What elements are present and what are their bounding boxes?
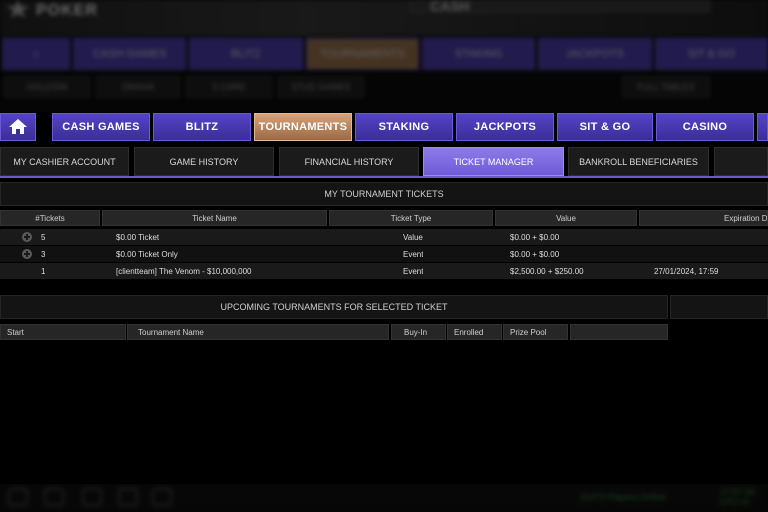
bg-brand: POKER xyxy=(36,2,98,19)
bg-bottom-icon xyxy=(118,488,138,506)
cell-count: 1 xyxy=(41,266,46,276)
col-buy-in[interactable]: Buy-In xyxy=(391,324,446,340)
cell-name: $0.00 Ticket xyxy=(116,232,160,242)
bg-subnav: HOLD'EM OMAHA 5 CARD STUD GAMES FULL TAB… xyxy=(0,76,768,98)
col-enrolled[interactable]: Enrolled xyxy=(447,324,502,340)
side-panel xyxy=(670,295,768,319)
tickets-title: MY TOURNAMENT TICKETS xyxy=(0,182,768,206)
col-start[interactable]: Start xyxy=(0,324,126,340)
bg-bottom-icon xyxy=(44,488,64,506)
col-value[interactable]: Value xyxy=(495,210,637,226)
table-row[interactable]: 3 $0.00 Ticket Only Event $0.00 + $0.00 xyxy=(0,246,768,262)
bg-nav: ⌂ CASH GAMES BLITZ TOURNAMENTS STAKING J… xyxy=(0,38,768,70)
cell-expiration: 27/01/2024, 17:59 xyxy=(654,266,719,276)
bg-sub-item: OMAHA xyxy=(96,76,180,98)
col-ticket-name[interactable]: Ticket Name xyxy=(102,210,327,226)
cell-value: $0.00 + $0.00 xyxy=(510,249,560,259)
bg-sub-item: STUD GAMES xyxy=(278,76,364,98)
upcoming-header: Start Tournament Name Buy-In Enrolled Pr… xyxy=(0,324,668,340)
players-online: 31473 Players Online xyxy=(580,492,667,502)
share-icon xyxy=(152,488,172,506)
cell-value: $0.00 + $0.00 xyxy=(510,232,560,242)
tab-underline xyxy=(0,176,768,178)
bg-nav-item: CASH GAMES xyxy=(73,38,187,70)
nav-sit-and-go[interactable]: SIT & GO xyxy=(557,113,653,141)
nav-staking[interactable]: STAKING xyxy=(355,113,453,141)
nav-cash-games[interactable]: CASH GAMES xyxy=(52,113,150,141)
cell-value: $2,500.00 + $250.00 xyxy=(510,266,584,276)
bg-sub-item: FULL TABLES xyxy=(622,76,710,98)
tickets-header: #Tickets Ticket Name Ticket Type Value E… xyxy=(0,210,768,226)
cashier-panel: CASH GAMES BLITZ TOURNAMENTS STAKING JAC… xyxy=(0,112,768,484)
home-icon xyxy=(9,119,27,135)
col-ticket-type[interactable]: Ticket Type xyxy=(329,210,493,226)
bg-nav-item: BLITZ xyxy=(189,38,303,70)
tab-more[interactable] xyxy=(714,147,768,176)
expand-icon[interactable] xyxy=(22,232,32,242)
col-prize-pool[interactable]: Prize Pool xyxy=(503,324,568,340)
nav-blitz[interactable]: BLITZ xyxy=(153,113,251,141)
cell-count: 5 xyxy=(41,232,46,242)
bg-sub-item: HOLD'EM xyxy=(4,76,90,98)
nav-jackpots[interactable]: JACKPOTS xyxy=(456,113,554,141)
bg-bottom-icon xyxy=(8,488,28,506)
cashier-tabs: MY CASHIER ACCOUNT GAME HISTORY FINANCIA… xyxy=(0,147,768,177)
expand-icon[interactable] xyxy=(22,249,32,259)
bg-nav-item: STAKING xyxy=(421,38,536,70)
col-tournament-name[interactable]: Tournament Name xyxy=(127,324,389,340)
nav-casino[interactable]: CASINO xyxy=(656,113,754,141)
main-nav: CASH GAMES BLITZ TOURNAMENTS STAKING JAC… xyxy=(0,112,768,142)
cell-count: 3 xyxy=(41,249,46,259)
nav-tournaments[interactable]: TOURNAMENTS xyxy=(254,113,352,141)
tab-ticket-manager[interactable]: TICKET MANAGER xyxy=(423,147,564,176)
col-tickets[interactable]: #Tickets xyxy=(0,210,100,226)
col-expiration[interactable]: Expiration Date xyxy=(639,210,768,226)
bg-cash-text: CASH xyxy=(430,0,470,14)
bg-sub-item: 5 CARD xyxy=(186,76,272,98)
bg-nav-item: JACKPOTS xyxy=(538,38,652,70)
clock: 17:57:30 UTC+0 xyxy=(720,487,756,507)
tab-my-cashier-account[interactable]: MY CASHIER ACCOUNT xyxy=(0,147,129,176)
bg-bottom-bar: 31473 Players Online 17:57:30 UTC+0 xyxy=(0,484,768,512)
tab-financial-history[interactable]: FINANCIAL HISTORY xyxy=(279,147,419,176)
cell-name: $0.00 Ticket Only xyxy=(116,249,178,259)
bg-nav-item: SIT & GO xyxy=(654,38,768,70)
upcoming-title: UPCOMING TOURNAMENTS FOR SELECTED TICKET xyxy=(0,295,668,319)
cell-type: Value xyxy=(403,232,423,242)
bg-home-icon: ⌂ xyxy=(2,38,70,70)
bg-bottom-icon xyxy=(82,488,102,506)
cell-type: Event xyxy=(403,266,424,276)
cell-name: [clientteam] The Venom - $10,000,000 xyxy=(116,266,252,276)
tab-bankroll-beneficiaries[interactable]: BANKROLL BENEFICIARIES xyxy=(568,147,709,176)
nav-more[interactable] xyxy=(757,113,768,141)
tab-game-history[interactable]: GAME HISTORY xyxy=(134,147,274,176)
home-button[interactable] xyxy=(0,113,36,141)
table-row[interactable]: 1 [clientteam] The Venom - $10,000,000 E… xyxy=(0,263,768,279)
cell-type: Event xyxy=(403,249,424,259)
table-row[interactable]: 5 $0.00 Ticket Value $0.00 + $0.00 xyxy=(0,229,768,245)
col-action xyxy=(570,324,668,340)
bg-nav-item: TOURNAMENTS xyxy=(305,38,419,70)
